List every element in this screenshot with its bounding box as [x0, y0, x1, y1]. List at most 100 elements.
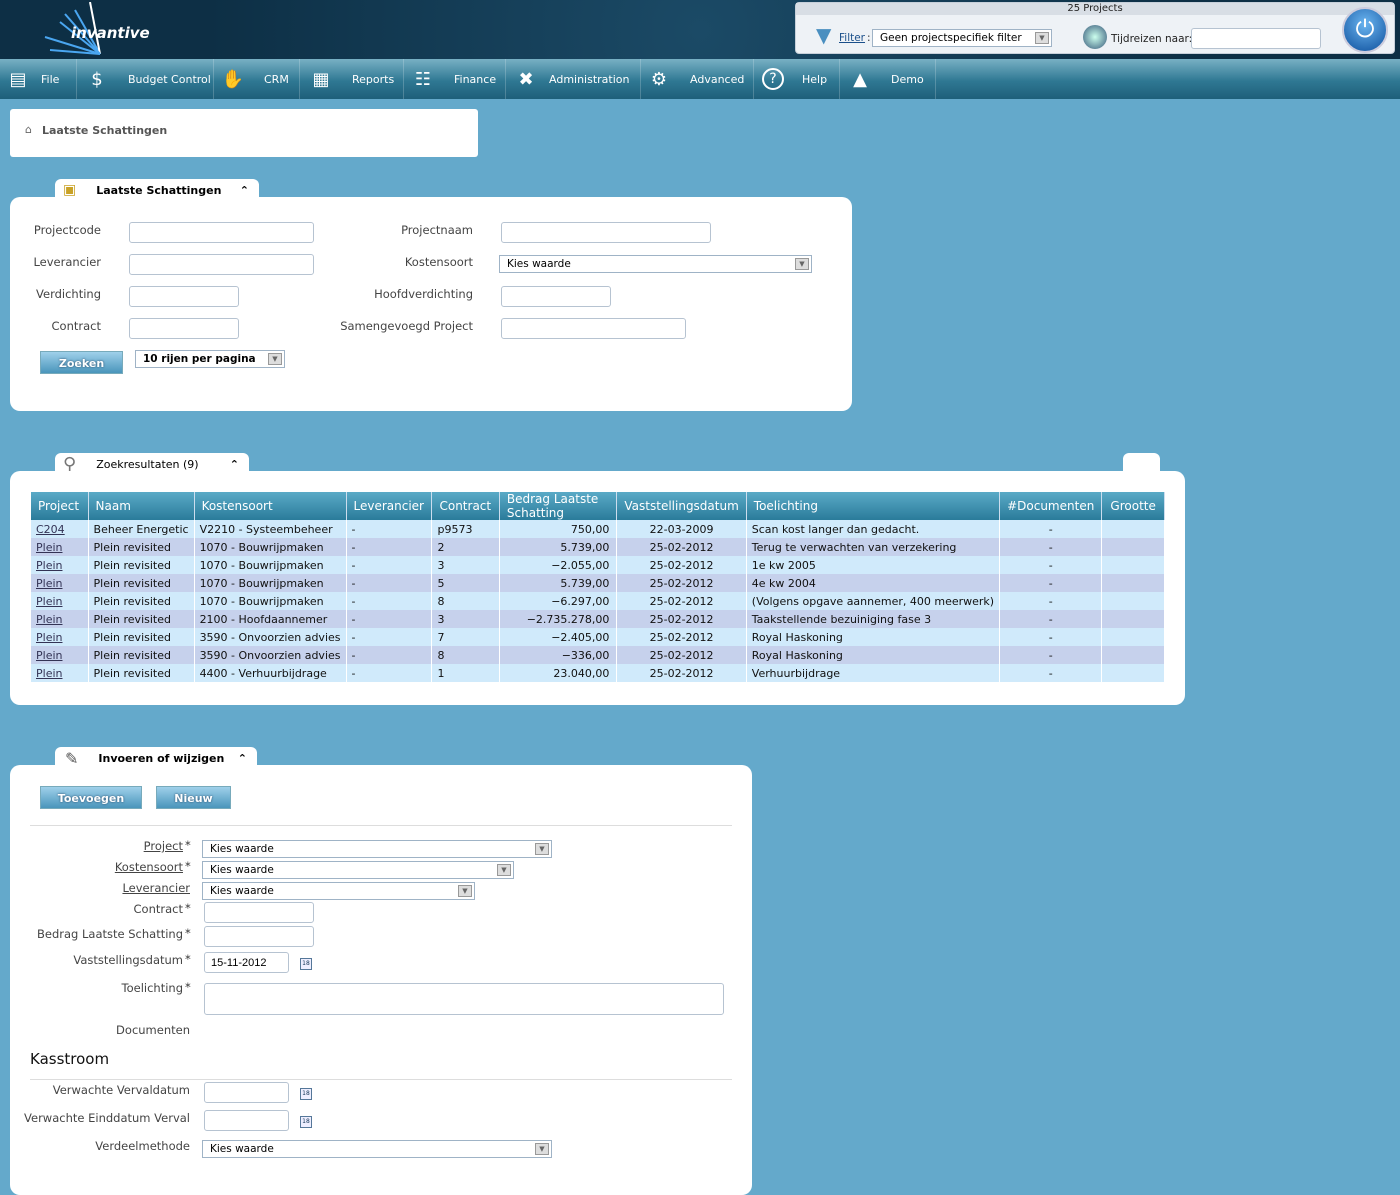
table-cell: −2.055,00 [499, 556, 618, 574]
menu-budget-control[interactable]: $ Budget Control [84, 59, 214, 99]
kostensoort-label: Kostensoort [404, 255, 473, 269]
new-button[interactable]: Nieuw [156, 786, 231, 809]
menu-advanced[interactable]: ⚙ Advanced [646, 59, 754, 99]
rows-per-page-select[interactable]: 10 rijen per pagina ▼ [135, 350, 285, 368]
calendar-icon[interactable]: 18 [300, 958, 312, 970]
vervaldatum-input[interactable] [204, 1082, 289, 1103]
toelichting-textarea[interactable] [204, 983, 724, 1015]
table-cell: Verhuurbijdrage [746, 664, 1001, 682]
table-cell: - [346, 538, 433, 556]
help-icon: ? [762, 68, 784, 90]
table-cell: Plein [31, 592, 89, 610]
kostensoort-select[interactable]: Kies waarde ▼ [499, 255, 812, 273]
table-cell: Scan kost langer dan gedacht. [746, 520, 1001, 538]
column-header[interactable]: Toelichting [746, 492, 1001, 520]
collapse-icon[interactable]: ⌃ [230, 458, 239, 471]
table-cell: Plein [31, 538, 89, 556]
timetravel-input[interactable] [1191, 28, 1321, 49]
project-select[interactable]: Kies waarde ▼ [202, 840, 552, 858]
column-header[interactable]: Kostensoort [194, 492, 347, 520]
projectcode-input[interactable] [129, 222, 314, 243]
table-cell: 1070 - Bouwrijpmaken [194, 574, 347, 592]
menu-crm[interactable]: ✋ CRM [220, 59, 300, 99]
verdichting-label: Verdichting [36, 287, 101, 301]
vervaldatum-label: Verwachte Vervaldatum [52, 1083, 190, 1097]
collapse-icon[interactable]: ⌃ [240, 184, 249, 197]
calendar-icon[interactable]: 18 [300, 1088, 312, 1100]
table-cell [1101, 556, 1165, 574]
table-cell: Plein [31, 574, 89, 592]
chevron-down-icon: ▼ [268, 353, 282, 365]
column-header[interactable]: Bedrag Laatste Schatting [499, 492, 618, 520]
project-link[interactable]: C204 [36, 523, 65, 536]
calculator-icon: ☷ [414, 68, 432, 90]
edit-kostensoort-select[interactable]: Kies waarde ▼ [202, 861, 514, 879]
timetravel-label: Tijdreizen naar: [1111, 33, 1193, 45]
table-cell: 3590 - Onvoorzien advies [194, 646, 347, 664]
table-cell: - [346, 610, 433, 628]
table-cell: 4e kw 2004 [746, 574, 1001, 592]
table-row: Plein Plein revisited 3590 - Onvoorzien ad… [31, 628, 1165, 646]
breadcrumb: ⌂ Laatste Schattingen [10, 109, 478, 157]
table-cell [1101, 538, 1165, 556]
filter-select[interactable]: Geen projectspecifiek filter ▼ [872, 29, 1052, 47]
column-header[interactable]: Vaststellingsdatum [616, 492, 747, 520]
add-button[interactable]: Toevoegen [40, 786, 142, 809]
home-icon[interactable]: ⌂ [25, 123, 32, 136]
project-link[interactable]: Plein [36, 667, 63, 680]
column-header[interactable]: Project [31, 492, 89, 520]
table-cell: - [346, 646, 433, 664]
menu-administration[interactable]: ✖ Administration [513, 59, 641, 99]
menu-finance[interactable]: ☷ Finance [410, 59, 506, 99]
column-header[interactable]: Grootte [1101, 492, 1165, 520]
kostensoort-link[interactable]: Kostensoort [115, 860, 183, 874]
filter-link[interactable]: Filter [839, 32, 865, 44]
project-link[interactable]: Plein [36, 541, 63, 554]
leverancier-link[interactable]: Leverancier [122, 881, 190, 895]
menu-file[interactable]: ▤ File [5, 59, 77, 99]
table-row: Plein Plein revisited 2100 - Hoofdaannemer… [31, 610, 1165, 628]
project-link[interactable]: Plein [36, 649, 63, 662]
required-mark: * [185, 838, 191, 852]
menu-help[interactable]: ? Help [762, 59, 840, 99]
table-cell: - [999, 628, 1103, 646]
power-icon[interactable]: ⏻ [1342, 7, 1388, 53]
table-row: Plein Plein revisited 3590 - Onvoorzien ad… [31, 646, 1165, 664]
edit-leverancier-select[interactable]: Kies waarde ▼ [202, 882, 475, 900]
column-header[interactable]: Naam [88, 492, 195, 520]
search-button[interactable]: Zoeken [40, 351, 123, 374]
table-cell: Plein revisited [88, 646, 195, 664]
project-link[interactable]: Project [144, 839, 183, 853]
logo-text: invantive [71, 24, 150, 42]
project-link[interactable]: Plein [36, 631, 63, 644]
calendar-icon[interactable]: 18 [300, 1116, 312, 1128]
main-menu: ▤ File $ Budget Control ✋ CRM ▦ Reports ☷ Fin… [0, 59, 1400, 99]
column-header[interactable]: Leverancier [346, 492, 433, 520]
menu-demo[interactable]: ▲ Demo [847, 59, 936, 99]
datum-input[interactable] [204, 952, 289, 973]
edit-contract-input[interactable] [204, 902, 314, 923]
table-cell: C204 [31, 520, 89, 538]
table-cell: Terug te verwachten van verzekering [746, 538, 1001, 556]
project-link[interactable]: Plein [36, 577, 63, 590]
column-header[interactable]: #Documenten [999, 492, 1103, 520]
bedrag-input[interactable] [204, 926, 314, 947]
table-row: C204 Beheer Energetic V2210 - Systeembehee… [31, 520, 1165, 538]
table-cell: Plein [31, 610, 89, 628]
verdichting-input[interactable] [129, 286, 239, 307]
samengevoegd-input[interactable] [501, 318, 686, 339]
collapse-icon[interactable]: ⌃ [238, 752, 247, 765]
project-link[interactable]: Plein [36, 595, 63, 608]
einddatum-input[interactable] [204, 1110, 289, 1131]
table-cell: Royal Haskoning [746, 646, 1001, 664]
verdeelmethode-select[interactable]: Kies waarde ▼ [202, 1140, 552, 1158]
project-link[interactable]: Plein [36, 559, 63, 572]
contract-input[interactable] [129, 318, 239, 339]
column-header[interactable]: Contract [431, 492, 500, 520]
hoofdverdichting-input[interactable] [501, 286, 611, 307]
leverancier-input[interactable] [129, 254, 314, 275]
table-cell: - [346, 628, 433, 646]
project-link[interactable]: Plein [36, 613, 63, 626]
projectnaam-input[interactable] [501, 222, 711, 243]
menu-reports[interactable]: ▦ Reports [308, 59, 404, 99]
